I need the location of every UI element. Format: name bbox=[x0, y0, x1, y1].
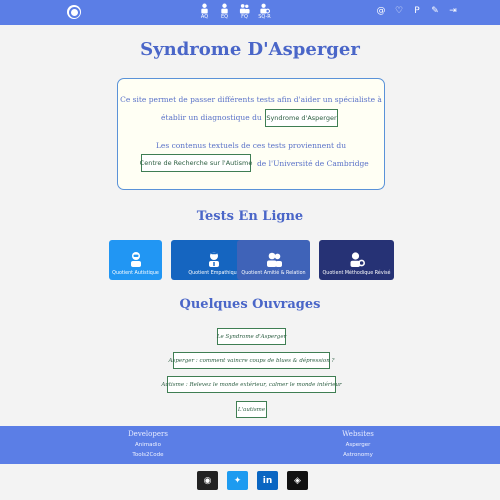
nav-test-sqr[interactable]: SQ-R bbox=[258, 3, 271, 21]
footer: Developers Animadio Tools2Code Websites … bbox=[0, 426, 500, 464]
footer-website-link[interactable]: Astronomy bbox=[308, 452, 408, 458]
test-tile-label: Quotient Méthodique Révisé bbox=[322, 271, 391, 276]
twitter-icon[interactable]: ✦ bbox=[227, 471, 248, 490]
book-link[interactable]: L'autisme bbox=[236, 401, 267, 418]
test-tile-label: Quotient Amitié & Relation bbox=[241, 271, 306, 276]
footer-developer-link[interactable]: Animadio bbox=[98, 442, 198, 448]
footer-websites-title: Websites bbox=[342, 430, 374, 438]
test-tile-autistique[interactable]: Quotient Autistique bbox=[109, 240, 162, 280]
nav-test-label: SQ-R bbox=[258, 14, 271, 20]
tests-title: Tests En Ligne bbox=[196, 209, 304, 224]
friends-icon bbox=[239, 4, 250, 14]
brain-logo-icon[interactable] bbox=[67, 5, 81, 19]
nav-test-label: FQ bbox=[241, 14, 248, 20]
nav-test-aq[interactable]: AQ bbox=[198, 3, 211, 21]
doctor-icon bbox=[209, 252, 219, 267]
codepen-icon[interactable]: ◈ bbox=[287, 471, 308, 490]
footer-website-link[interactable]: Asperger bbox=[308, 442, 408, 448]
test-tile-label: Quotient Autistique bbox=[112, 271, 159, 276]
book-link[interactable]: Autisme : Relevez le monde extérieur, ca… bbox=[161, 376, 342, 393]
navbar: AQ EQ FQ SQ-R @ ♡ P ✎ ⇥ bbox=[0, 0, 500, 25]
paypal-icon[interactable]: P bbox=[412, 6, 422, 16]
nav-test-eq[interactable]: EQ bbox=[218, 3, 231, 21]
github-icon[interactable]: ◉ bbox=[197, 471, 218, 490]
books-title: Quelques Ouvrages bbox=[179, 297, 321, 312]
centre-recherche-link[interactable]: Centre de Recherche sur l'Autisme bbox=[140, 154, 252, 172]
nav-right-icons: @ ♡ P ✎ ⇥ bbox=[376, 6, 458, 16]
edit-icon[interactable]: ✎ bbox=[430, 6, 440, 16]
intro-line-3: Les contenus textuels de ces tests provi… bbox=[155, 141, 347, 150]
gear-person-icon bbox=[260, 3, 270, 14]
intro-line-4: de l'Université de Cambridge bbox=[257, 159, 369, 168]
page-title: Syndrome D'Asperger bbox=[140, 39, 360, 60]
user-gear-icon bbox=[350, 252, 365, 267]
test-tile-amitie-relation[interactable]: Quotient Amitié & Relation bbox=[237, 240, 310, 280]
intro-box: Ce site permet de passer différents test… bbox=[117, 78, 385, 190]
users-icon bbox=[266, 252, 282, 267]
test-tile-methodique[interactable]: Quotient Méthodique Révisé bbox=[319, 240, 394, 280]
footer-developers-title: Developers bbox=[128, 430, 168, 438]
at-icon[interactable]: @ bbox=[376, 6, 386, 16]
login-icon[interactable]: ⇥ bbox=[448, 6, 458, 16]
intro-line-2: établir un diagnostique du bbox=[161, 113, 262, 122]
intro-line-1: Ce site permet de passer différents test… bbox=[120, 95, 382, 104]
test-tile-label: Quotient Empathique bbox=[188, 271, 240, 276]
heart-icon[interactable]: ♡ bbox=[394, 6, 404, 16]
nav-tests: AQ EQ FQ SQ-R bbox=[198, 3, 271, 21]
linkedin-icon[interactable]: in bbox=[257, 471, 278, 490]
nav-test-label: EQ bbox=[220, 14, 229, 20]
robot-person-icon bbox=[201, 3, 208, 14]
footer-developer-link[interactable]: Tools2Code bbox=[98, 452, 198, 458]
empathy-person-icon bbox=[221, 3, 228, 14]
social-links: ◉ ✦ in ◈ bbox=[0, 471, 500, 490]
nav-test-label: AQ bbox=[200, 14, 209, 20]
book-link[interactable]: Asperger : comment vaincre coups de blue… bbox=[169, 352, 334, 369]
nav-test-fq[interactable]: FQ bbox=[238, 3, 251, 21]
robot-icon bbox=[130, 252, 141, 267]
book-link[interactable]: Le Syndrome d'Asperger bbox=[217, 328, 286, 345]
syndrome-link[interactable]: Syndrome d'Asperger bbox=[265, 109, 338, 127]
